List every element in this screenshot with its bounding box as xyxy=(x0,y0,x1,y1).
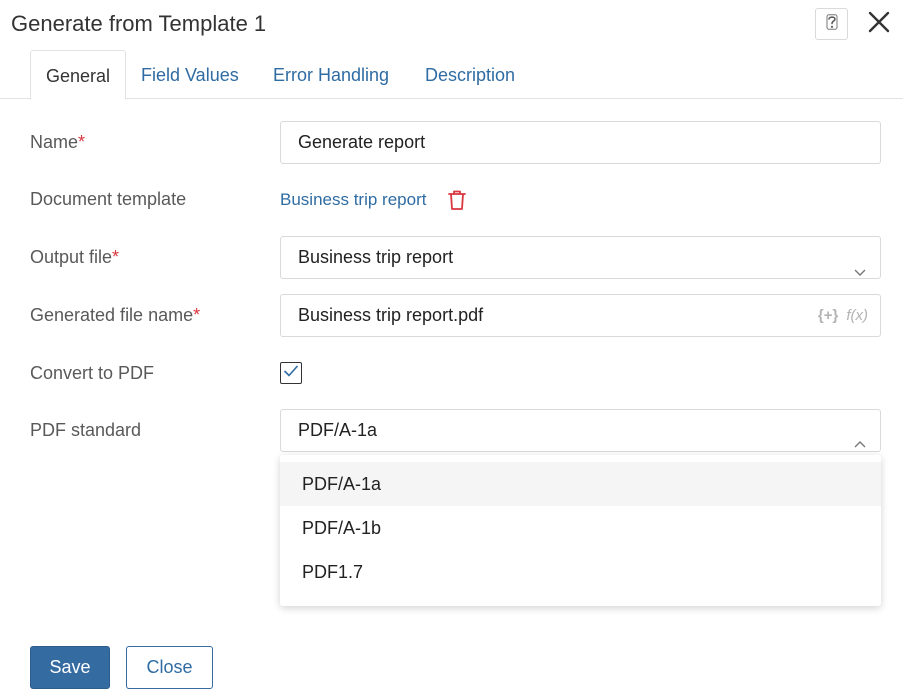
pdf-standard-dropdown: PDF/A-1a PDF/A-1b PDF1.7 xyxy=(280,455,881,606)
output-file-label-text: Output file xyxy=(30,247,113,267)
generated-file-name-value: Business trip report.pdf xyxy=(298,305,484,325)
delete-template-button[interactable] xyxy=(447,189,467,216)
pdf-standard-value: PDF/A-1a xyxy=(298,420,378,440)
name-input[interactable]: Generate report xyxy=(280,121,881,164)
generated-file-name-label-text: Generated file name xyxy=(30,305,194,325)
document-template-link[interactable]: Business trip report xyxy=(280,188,426,212)
close-button[interactable]: Close xyxy=(126,646,213,689)
checkmark-icon xyxy=(283,364,299,383)
trash-icon xyxy=(447,190,467,215)
required-mark: * xyxy=(112,247,120,267)
tab-error-handling[interactable]: Error Handling xyxy=(258,50,404,99)
output-file-select[interactable]: Business trip report xyxy=(280,236,881,279)
convert-to-pdf-label: Convert to PDF xyxy=(30,363,155,383)
generated-file-name-label: Generated file name* xyxy=(30,303,200,327)
chevron-down-icon xyxy=(854,251,866,292)
help-icon xyxy=(826,13,838,35)
pdf-standard-select[interactable]: PDF/A-1a xyxy=(280,409,881,452)
pdf-standard-option[interactable]: PDF1.7 xyxy=(280,550,881,594)
pdf-standard-label: PDF standard xyxy=(30,420,142,440)
output-file-label: Output file* xyxy=(30,245,119,269)
save-button[interactable]: Save xyxy=(30,646,110,689)
generated-file-name-input[interactable]: Business trip report.pdf {+} f(x) xyxy=(280,294,881,337)
name-input-value: Generate report xyxy=(298,132,426,152)
required-mark: * xyxy=(78,132,86,152)
convert-to-pdf-checkbox[interactable] xyxy=(280,362,302,384)
field-icons: {+} f(x) xyxy=(818,295,868,336)
formula-icon[interactable]: f(x) xyxy=(846,295,868,336)
help-button[interactable] xyxy=(815,8,848,40)
name-label-text: Name xyxy=(30,132,79,152)
output-file-value: Business trip report xyxy=(298,247,454,267)
tab-bar: General Field Values Error Handling Desc… xyxy=(0,50,903,100)
close-dialog-button[interactable] xyxy=(866,11,892,37)
required-mark: * xyxy=(193,305,201,325)
close-icon xyxy=(868,11,890,38)
document-template-label: Document template xyxy=(30,189,187,209)
pdf-standard-option[interactable]: PDF/A-1a xyxy=(280,462,881,506)
tab-field-values[interactable]: Field Values xyxy=(126,50,254,99)
pdf-standard-option[interactable]: PDF/A-1b xyxy=(280,506,881,550)
tab-general[interactable]: General xyxy=(30,50,127,100)
dialog-title: Generate from Template 1 xyxy=(11,11,267,36)
name-label: Name* xyxy=(30,130,85,154)
insert-variable-icon[interactable]: {+} xyxy=(818,295,838,336)
tab-description[interactable]: Description xyxy=(410,50,530,99)
